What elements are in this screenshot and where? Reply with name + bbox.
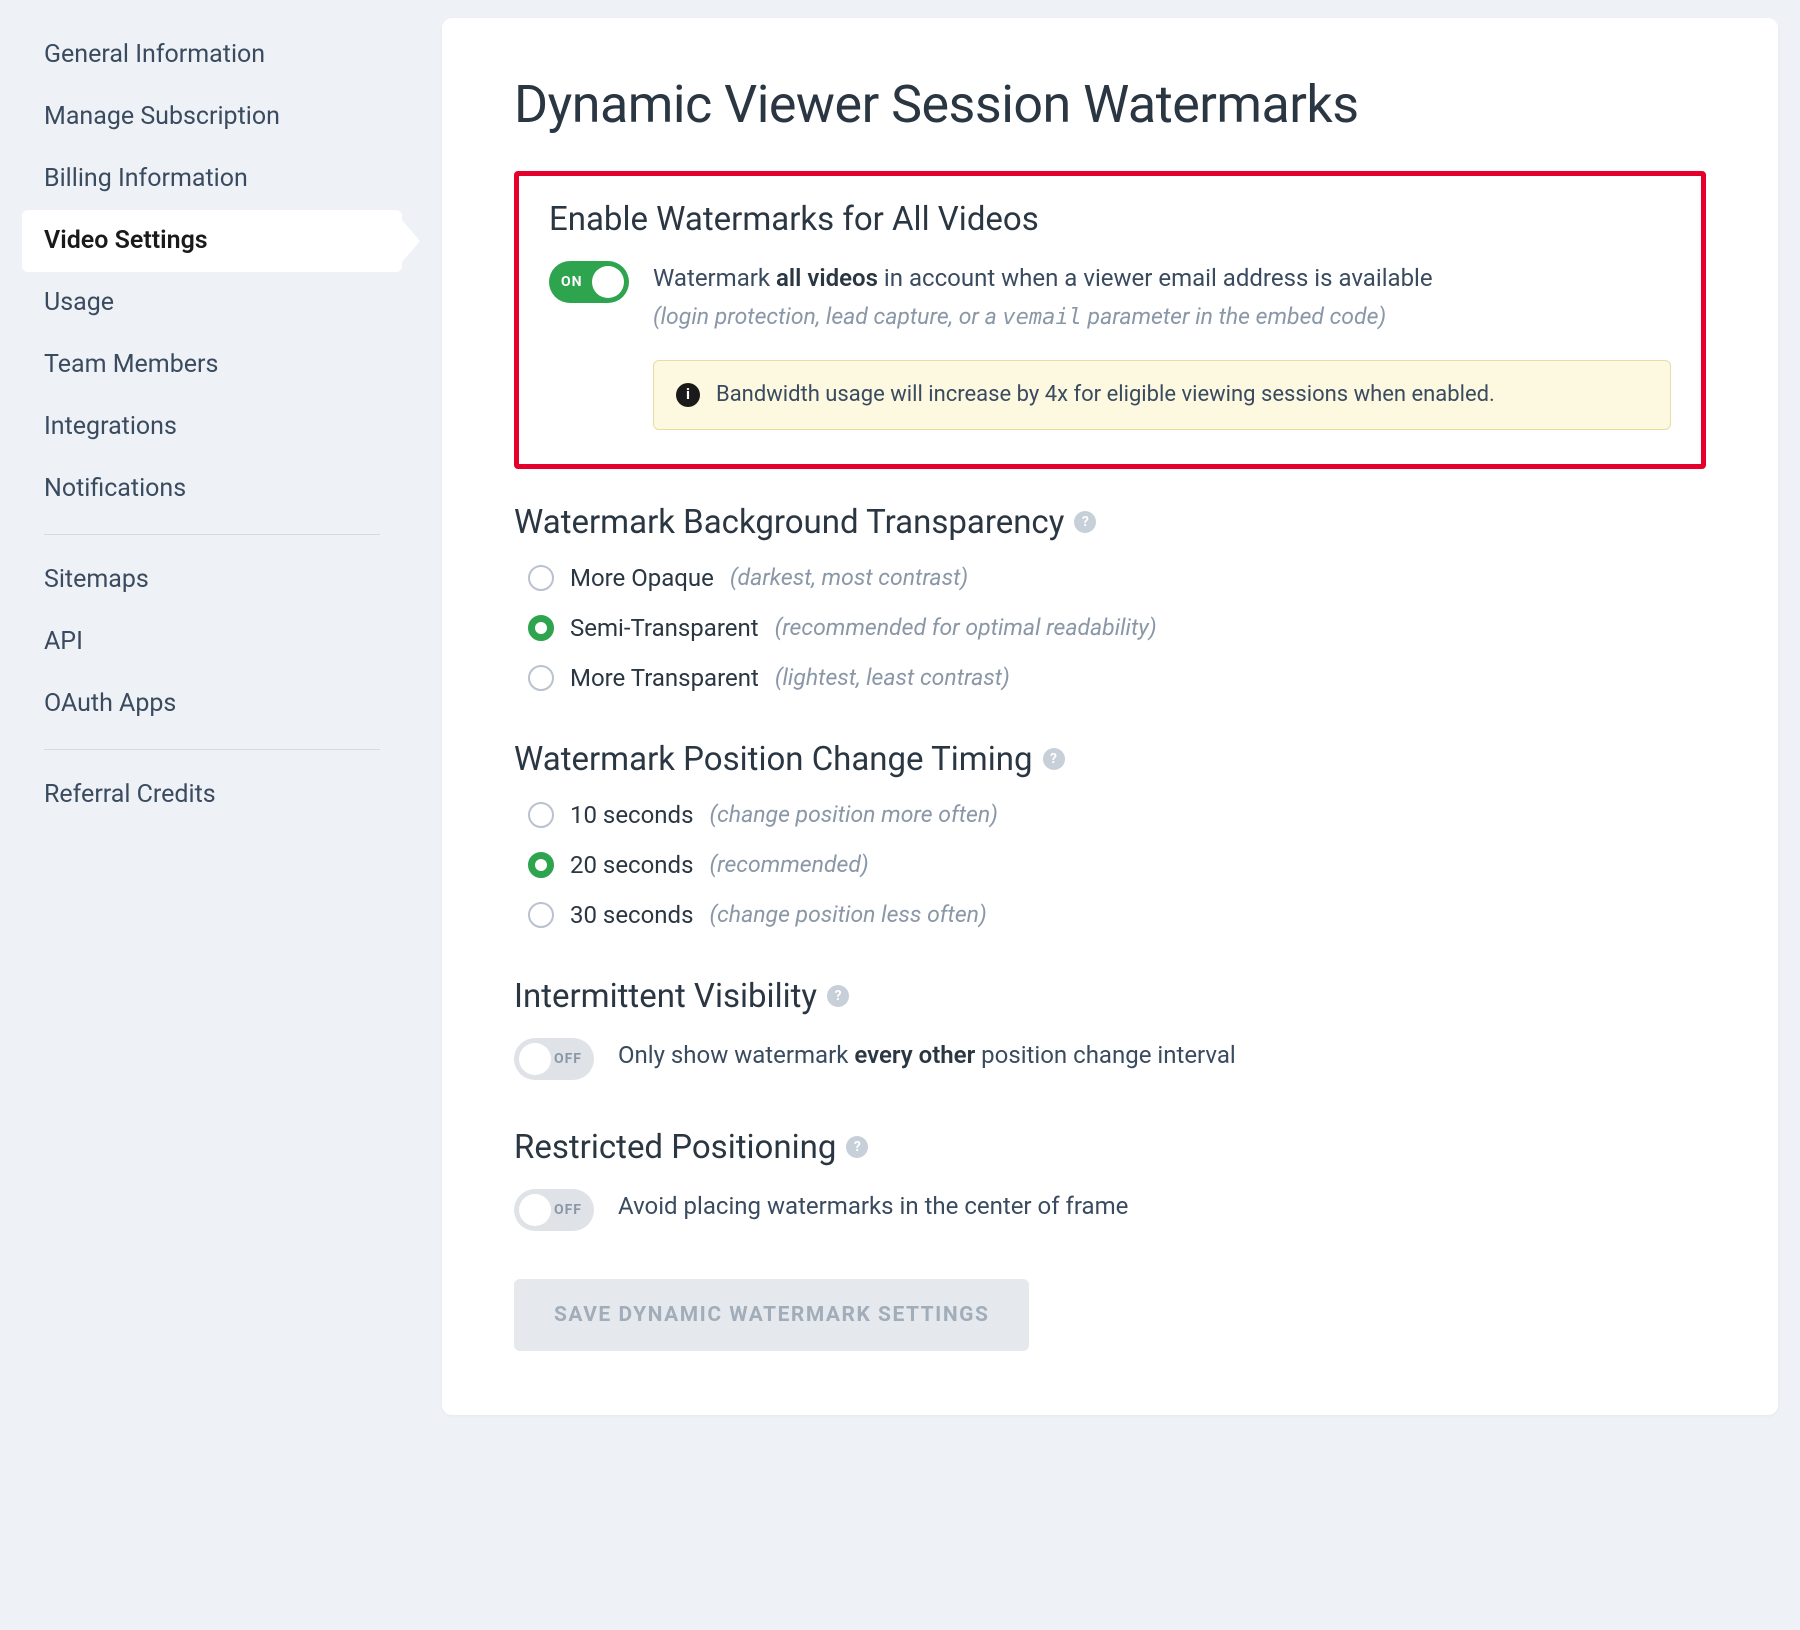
- intermittent-heading: Intermittent Visibility: [514, 977, 817, 1016]
- toggle-state-label: OFF: [554, 1051, 582, 1067]
- radio-label: 30 seconds: [570, 901, 693, 929]
- restricted-description: Avoid placing watermarks in the center o…: [618, 1189, 1706, 1224]
- sidebar-item-integrations[interactable]: Integrations: [22, 396, 402, 458]
- radio-indicator: [528, 665, 554, 691]
- enable-description: Watermark all videos in account when a v…: [653, 261, 1671, 430]
- restricted-section: Restricted Positioning ? OFF Avoid placi…: [514, 1128, 1706, 1231]
- enable-watermarks-toggle[interactable]: ON: [549, 261, 629, 303]
- timing-option-20-seconds[interactable]: 20 seconds (recommended): [528, 851, 1706, 879]
- radio-hint: (lightest, least contrast): [775, 664, 1010, 691]
- toggle-state-label: ON: [561, 274, 583, 290]
- sidebar-divider: [44, 749, 380, 750]
- save-button[interactable]: SAVE DYNAMIC WATERMARK SETTINGS: [514, 1279, 1029, 1351]
- radio-label: 20 seconds: [570, 851, 693, 879]
- toggle-knob: [519, 1043, 551, 1075]
- sidebar-item-sitemaps[interactable]: Sitemaps: [22, 549, 402, 611]
- radio-indicator: [528, 615, 554, 641]
- help-icon[interactable]: ?: [1074, 511, 1096, 533]
- sidebar-item-manage-subscription[interactable]: Manage Subscription: [22, 86, 402, 148]
- sidebar-item-api[interactable]: API: [22, 611, 402, 673]
- radio-hint: (change position more often): [709, 801, 998, 828]
- timing-heading: Watermark Position Change Timing: [514, 740, 1033, 779]
- intermittent-toggle[interactable]: OFF: [514, 1038, 594, 1080]
- radio-label: More Opaque: [570, 564, 714, 592]
- radio-indicator: [528, 565, 554, 591]
- content-panel: Dynamic Viewer Session Watermarks Enable…: [442, 18, 1778, 1415]
- help-icon[interactable]: ?: [827, 985, 849, 1007]
- sidebar-item-referral-credits[interactable]: Referral Credits: [22, 764, 402, 826]
- sidebar-divider: [44, 534, 380, 535]
- transparency-option-more-opaque[interactable]: More Opaque (darkest, most contrast): [528, 564, 1706, 592]
- bandwidth-notice: i Bandwidth usage will increase by 4x fo…: [653, 360, 1671, 430]
- help-icon[interactable]: ?: [1043, 748, 1065, 770]
- enable-watermarks-highlight: Enable Watermarks for All Videos ON Wate…: [514, 171, 1706, 469]
- sidebar-item-usage[interactable]: Usage: [22, 272, 402, 334]
- radio-hint: (change position less often): [709, 901, 986, 928]
- intermittent-description: Only show watermark every other position…: [618, 1038, 1706, 1073]
- notice-text: Bandwidth usage will increase by 4x for …: [716, 379, 1495, 411]
- sidebar-item-video-settings[interactable]: Video Settings: [22, 210, 402, 272]
- radio-indicator: [528, 802, 554, 828]
- toggle-state-label: OFF: [554, 1202, 582, 1218]
- restricted-heading: Restricted Positioning: [514, 1128, 836, 1167]
- radio-label: Semi-Transparent: [570, 614, 759, 642]
- toggle-knob: [592, 266, 624, 298]
- transparency-section: Watermark Background Transparency ? More…: [514, 503, 1706, 692]
- sidebar-item-general-information[interactable]: General Information: [22, 24, 402, 86]
- restricted-toggle[interactable]: OFF: [514, 1189, 594, 1231]
- toggle-knob: [519, 1194, 551, 1226]
- enable-heading: Enable Watermarks for All Videos: [549, 200, 1671, 239]
- radio-indicator: [528, 902, 554, 928]
- sidebar-item-notifications[interactable]: Notifications: [22, 458, 402, 520]
- transparency-heading: Watermark Background Transparency: [514, 503, 1064, 542]
- sidebar: General InformationManage SubscriptionBi…: [22, 18, 402, 1415]
- radio-label: More Transparent: [570, 664, 759, 692]
- radio-hint: (recommended): [709, 851, 868, 878]
- radio-indicator: [528, 852, 554, 878]
- timing-section: Watermark Position Change Timing ? 10 se…: [514, 740, 1706, 929]
- page-title: Dynamic Viewer Session Watermarks: [514, 74, 1706, 135]
- info-icon: i: [676, 383, 700, 407]
- sidebar-item-billing-information[interactable]: Billing Information: [22, 148, 402, 210]
- transparency-option-semi-transparent[interactable]: Semi-Transparent (recommended for optima…: [528, 614, 1706, 642]
- transparency-option-more-transparent[interactable]: More Transparent (lightest, least contra…: [528, 664, 1706, 692]
- enable-hint: (login protection, lead capture, or a ve…: [653, 300, 1671, 334]
- sidebar-item-oauth-apps[interactable]: OAuth Apps: [22, 673, 402, 735]
- help-icon[interactable]: ?: [846, 1136, 868, 1158]
- intermittent-section: Intermittent Visibility ? OFF Only show …: [514, 977, 1706, 1080]
- radio-hint: (recommended for optimal readability): [775, 614, 1157, 641]
- timing-option-10-seconds[interactable]: 10 seconds (change position more often): [528, 801, 1706, 829]
- radio-hint: (darkest, most contrast): [730, 564, 968, 591]
- timing-option-30-seconds[interactable]: 30 seconds (change position less often): [528, 901, 1706, 929]
- sidebar-item-team-members[interactable]: Team Members: [22, 334, 402, 396]
- radio-label: 10 seconds: [570, 801, 693, 829]
